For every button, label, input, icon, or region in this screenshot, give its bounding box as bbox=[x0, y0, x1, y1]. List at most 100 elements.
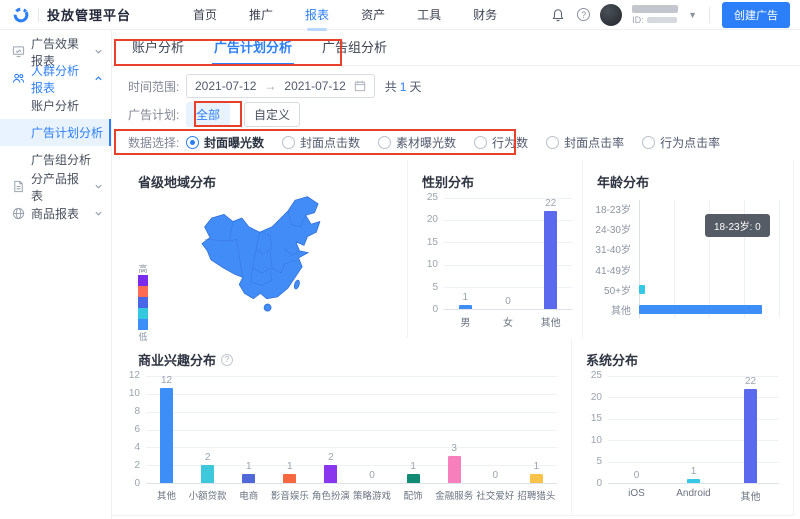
legend-high-label: 高 bbox=[138, 262, 147, 275]
nav-tools[interactable]: 工具 bbox=[415, 0, 443, 31]
sidebar-item-label: 人群分析报表 bbox=[31, 62, 88, 96]
bar-role-play[interactable] bbox=[324, 465, 337, 483]
bar-group: 12 bbox=[146, 376, 187, 483]
age-plot-area: 18-23岁 24-30岁 31-40岁 41-49岁 50+岁 其他 18-2… bbox=[639, 200, 779, 318]
chart-title: 系统分布 bbox=[586, 350, 638, 369]
bar-male[interactable] bbox=[459, 305, 472, 309]
create-ad-button[interactable]: 创建广告 bbox=[722, 2, 790, 28]
plan-custom-button[interactable]: 自定义 bbox=[244, 102, 300, 127]
date-range-input[interactable]: 2021-07-12 → 2021-07-12 bbox=[186, 74, 375, 98]
analysis-tabs: 账户分析 广告计划分析 广告组分析 bbox=[112, 30, 800, 66]
data-select-label: 数据选择: bbox=[128, 134, 186, 151]
chevron-down-icon bbox=[94, 182, 103, 191]
bell-icon[interactable] bbox=[549, 6, 567, 24]
bar-group: 1 bbox=[228, 376, 269, 483]
help-icon[interactable]: ? bbox=[577, 8, 590, 21]
tab-ad-group-analysis[interactable]: 广告组分析 bbox=[320, 30, 389, 65]
sidebar-subitem-ad-plan-analysis[interactable]: 广告计划分析 bbox=[0, 119, 111, 146]
help-circle-icon[interactable]: ? bbox=[221, 354, 233, 366]
nav-reports[interactable]: 报表 bbox=[303, 0, 331, 31]
bar-group: 1 bbox=[444, 198, 487, 309]
x-axis-labels: 其他小额贷款电商影音娱乐角色扮演策略游戏配饰金融服务社交爱好招聘猎头 bbox=[146, 488, 557, 502]
chart-title: 商业兴趣分布 ? bbox=[138, 350, 233, 369]
tab-account-analysis[interactable]: 账户分析 bbox=[130, 30, 186, 65]
bar-micro-loan[interactable] bbox=[201, 465, 214, 483]
bar-recruiting[interactable] bbox=[530, 474, 543, 483]
bar-age-other[interactable] bbox=[639, 305, 762, 314]
nav-finance[interactable]: 财务 bbox=[471, 0, 499, 31]
top-navigation: 首页 推广 报表 资产 工具 财务 bbox=[191, 0, 499, 31]
bar-row: 41-49岁 bbox=[639, 261, 779, 277]
sidebar-subitem-ad-group-analysis[interactable]: 广告组分析 bbox=[0, 146, 111, 173]
radio-action-ctr[interactable]: 行为点击率 bbox=[642, 134, 720, 151]
radio-cover-impressions[interactable]: 封面曝光数 bbox=[186, 134, 264, 151]
sidebar-item-label: 商品报表 bbox=[31, 205, 88, 222]
nav-assets[interactable]: 资产 bbox=[359, 0, 387, 31]
date-start: 2021-07-12 bbox=[195, 79, 256, 93]
bar-ecommerce[interactable] bbox=[242, 474, 255, 483]
chevron-down-icon[interactable]: ▼ bbox=[688, 10, 697, 20]
chevron-down-icon bbox=[94, 47, 103, 56]
bar-group: 1 bbox=[665, 376, 722, 483]
bar-group: 1 bbox=[516, 376, 557, 483]
user-info[interactable]: ID: bbox=[632, 5, 678, 25]
sidebar-item-audience-report[interactable]: 人群分析报表 bbox=[0, 65, 111, 92]
user-name-redacted bbox=[632, 5, 678, 13]
plan-all-option[interactable]: 全部 bbox=[186, 102, 230, 127]
y-axis-ticks: 2520151050 bbox=[427, 192, 438, 315]
sidebar-item-goods-report[interactable]: 商品报表 bbox=[0, 200, 111, 227]
nav-home[interactable]: 首页 bbox=[191, 0, 219, 31]
radio-actions[interactable]: 行为数 bbox=[474, 134, 528, 151]
date-arrow: → bbox=[264, 79, 276, 93]
user-id-redacted bbox=[647, 17, 677, 23]
main-content: 账户分析 广告计划分析 广告组分析 时间范围: 2021-07-12 → 202… bbox=[112, 30, 800, 519]
bar-group: 22 bbox=[529, 198, 572, 309]
bar-group: 0 bbox=[487, 198, 530, 309]
sidebar-item-product-report[interactable]: 分产品报表 bbox=[0, 173, 111, 200]
bar-media-entertainment[interactable] bbox=[283, 474, 296, 483]
avatar[interactable] bbox=[600, 4, 622, 26]
bar-accessories[interactable] bbox=[407, 474, 420, 483]
globe-icon bbox=[12, 207, 25, 220]
sidebar-subitem-account-analysis[interactable]: 账户分析 bbox=[0, 92, 111, 119]
radio-icon bbox=[186, 136, 199, 149]
bar-group: 1 bbox=[393, 376, 434, 483]
tab-ad-plan-analysis[interactable]: 广告计划分析 bbox=[212, 30, 294, 65]
y-axis-ticks: 121086420 bbox=[129, 370, 140, 489]
chart-title: 年龄分布 bbox=[597, 172, 649, 191]
calendar-icon bbox=[354, 80, 366, 92]
legend-color bbox=[138, 297, 148, 308]
radio-cover-clicks[interactable]: 封面点击数 bbox=[282, 134, 360, 151]
bar-group: 2 bbox=[187, 376, 228, 483]
radio-icon bbox=[642, 136, 655, 149]
bar-age-50plus[interactable] bbox=[639, 285, 645, 294]
bar-financial-service[interactable] bbox=[448, 456, 461, 483]
data-metric-radio-group: 封面曝光数 封面点击数 素材曝光数 行为数 封面点击率 行为点击率 bbox=[186, 134, 720, 151]
bar-row: 31-40岁 bbox=[639, 241, 779, 257]
map-legend: 高 低 bbox=[138, 262, 148, 343]
bar-other[interactable] bbox=[544, 211, 557, 309]
date-end: 2021-07-12 bbox=[284, 79, 345, 93]
radio-material-impressions[interactable]: 素材曝光数 bbox=[378, 134, 456, 151]
chevron-down-icon bbox=[94, 209, 103, 218]
ad-plan-label: 广告计划: bbox=[128, 106, 186, 123]
legend-color bbox=[138, 319, 148, 330]
divider bbox=[709, 7, 710, 23]
x-axis-labels: iOSAndroid其他 bbox=[608, 488, 779, 503]
bar-other[interactable] bbox=[744, 389, 757, 483]
user-id-label: ID: bbox=[632, 16, 644, 25]
y-axis-ticks: 2520151050 bbox=[591, 370, 602, 489]
nav-reports-label: 报表 bbox=[305, 8, 329, 22]
system-plot-area: 2520151050 0 1 22 bbox=[608, 376, 779, 484]
radio-cover-ctr[interactable]: 封面点击率 bbox=[546, 134, 624, 151]
x-axis-labels: 男女其他 bbox=[444, 314, 572, 329]
bar-android[interactable] bbox=[687, 479, 700, 483]
chart-tooltip: 18-23岁: 0 bbox=[705, 214, 770, 237]
bar-group: 0 bbox=[351, 376, 392, 483]
legend-color bbox=[138, 308, 148, 319]
china-map[interactable] bbox=[164, 186, 396, 328]
top-header: 投放管理平台 首页 推广 报表 资产 工具 财务 ? ID: ▼ 创建广告 bbox=[0, 0, 800, 30]
bar-other[interactable] bbox=[160, 388, 173, 483]
app-logo: 投放管理平台 bbox=[12, 5, 131, 24]
nav-promotion[interactable]: 推广 bbox=[247, 0, 275, 31]
